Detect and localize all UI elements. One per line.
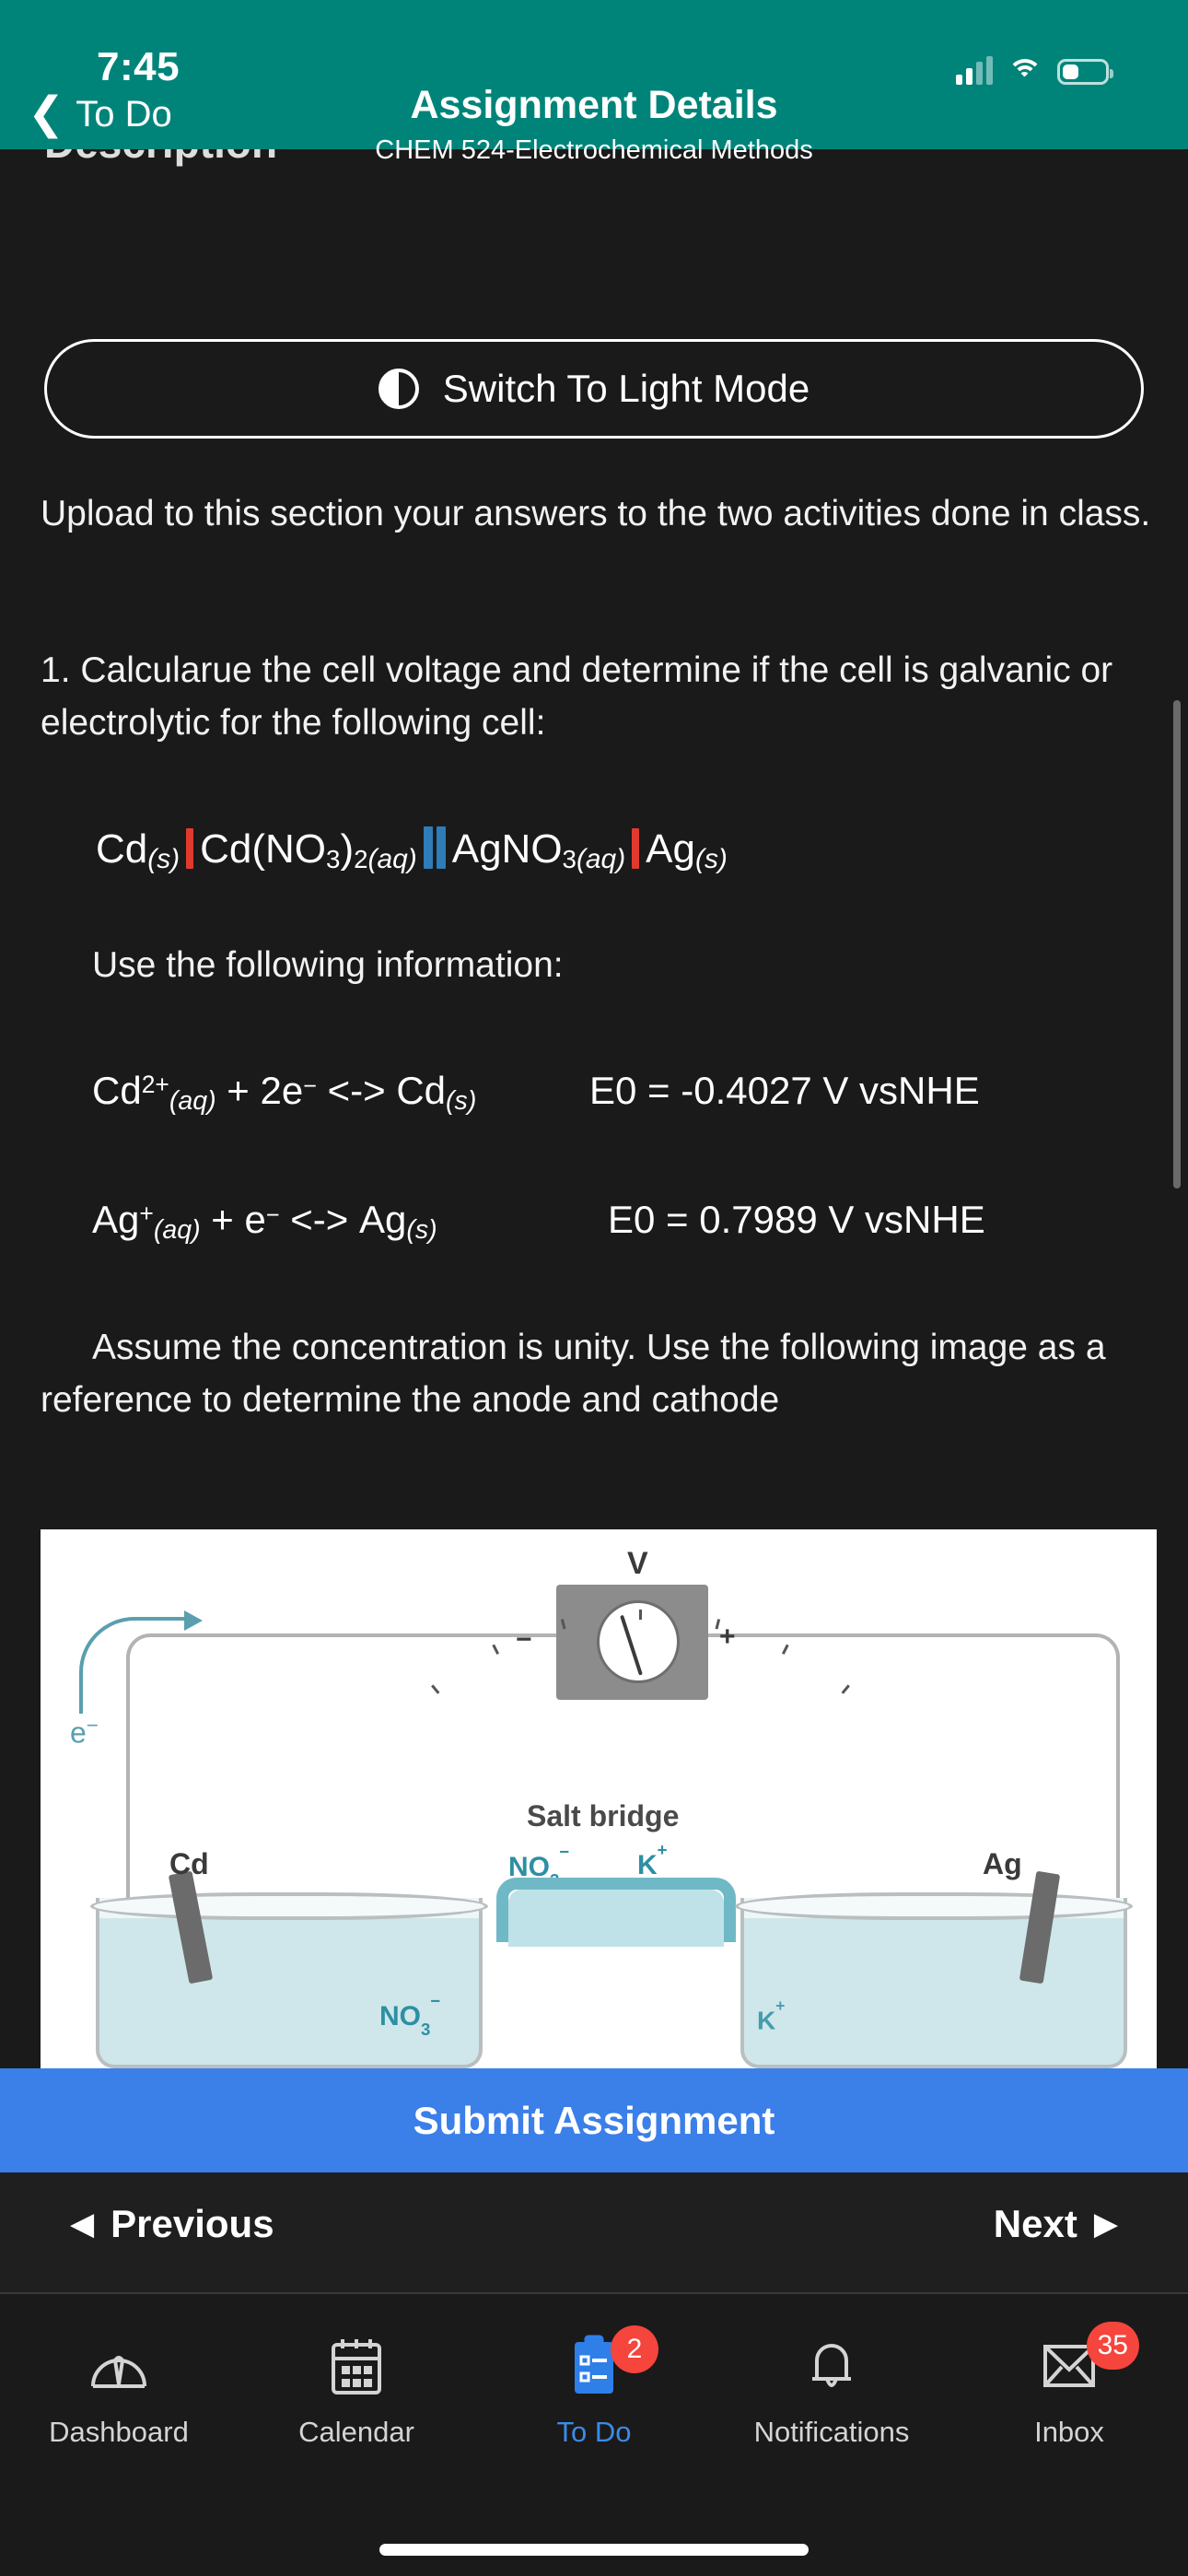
cell-notation-silver-nitrate: AgNO 3 (aq) [451,826,626,874]
assignment-description-scroll-area[interactable]: Description Switch To Light Mode Upload … [0,0,1188,2068]
next-button-label: Next [993,2202,1077,2245]
submit-assignment-label: Submit Assignment [413,2098,775,2142]
half-reaction-silver: Ag + (aq) + e − <-> Ag (s) E0 = 0.7989 V vsN… [92,1198,1160,1245]
beaker-right-rim [735,1892,1133,1920]
nitrate-ion-beaker-label: NO3− [379,1990,441,2039]
cadmium-electrode-label: Cd [169,1847,209,1880]
next-assignment-button[interactable]: Next ▶ [994,2202,1118,2246]
electron-label: e− [70,1714,99,1750]
phase-boundary-bar-red [186,828,194,869]
voltmeter-body [431,1585,850,1700]
back-button-label: To Do [76,93,172,135]
home-indicator [379,2544,809,2556]
tab-inbox-label: Inbox [1034,2416,1104,2448]
tab-todo-label: To Do [556,2416,632,2448]
cell-notation-line: Cd (s) Cd(NO 3) 2 (aq) AgNO 3 (aq) Ag (s) [96,820,728,874]
cell-notation-ag-solid: Ag (s) [646,826,728,874]
tab-calendar[interactable]: Calendar [238,2331,475,2449]
half-reaction-cadmium-potential: E0 = -0.4027 V vsNHE [589,1069,980,1112]
previous-button-label: Previous [111,2202,274,2245]
voltmeter-dial [431,1600,850,1694]
bell-icon [791,2331,872,2401]
calendar-icon [316,2331,397,2401]
assignment-pager-bar: ◀ Previous Next ▶ [0,2172,1188,2292]
tab-todo-badge: 2 [611,2325,658,2373]
cell-notation-cadmium-nitrate: Cd(NO 3) 2 (aq) [200,826,417,874]
voltmeter-label: V [627,1546,648,1581]
tab-inbox-badge: 35 [1086,2322,1139,2370]
tab-notifications[interactable]: Notifications [713,2331,950,2449]
vertical-scrollbar[interactable] [1173,700,1181,1188]
navigation-header: ❮ To Do Assignment Details CHEM 524-Elec… [0,83,1188,165]
tab-dashboard-label: Dashboard [49,2416,189,2448]
back-to-todo-button[interactable]: ❮ To Do [28,87,172,142]
switch-to-light-mode-label: Switch To Light Mode [442,367,810,410]
tab-dashboard[interactable]: Dashboard [0,2331,238,2449]
potassium-ion-beaker-label: K+ [757,1996,786,2035]
previous-assignment-button[interactable]: ◀ Previous [70,2202,274,2246]
contrast-half-circle-icon [378,369,419,409]
half-reaction-cadmium-equation: Cd 2+ (aq) + 2e − <-> Cd (s) [92,1069,477,1116]
paragraph-use-information: Use the following information: [92,945,564,985]
dashboard-gauge-icon [78,2331,159,2401]
electron-flow-arrow [79,1610,203,1714]
beaker-right-glass [740,1898,1127,2068]
salt-bridge-label: Salt bridge [527,1799,680,1832]
half-reaction-silver-equation: Ag + (aq) + e − <-> Ag (s) [92,1198,437,1245]
triangle-right-icon: ▶ [1093,2207,1118,2242]
phase-boundary-bar-red-2 [632,828,640,869]
status-bar-time: 7:45 [97,44,181,89]
tab-inbox[interactable]: 35 Inbox [950,2322,1188,2449]
paragraph-upload-instructions: Upload to this section your answers to t… [41,494,1151,533]
paragraph-question-one: 1. Calcularue the cell voltage and deter… [41,650,1113,743]
bottom-tab-bar: Dashboard Calendar 2 To Do Notifications… [0,2292,1188,2576]
envelope-icon: 35 [1029,2322,1139,2401]
voltmeter-plus-terminal: + [719,1622,736,1652]
paragraph-assume-concentration: Assume the concentration is unity. Use t… [41,1328,1106,1420]
cellular-signal-icon [956,56,993,85]
salt-bridge-bar-blue-1 [423,826,433,869]
potassium-ion-bridge-label: K+ [637,1839,668,1880]
battery-icon [1057,59,1113,85]
galvanic-cell-diagram-image[interactable]: V e− − + Salt bridge NO3− K+ Cd Ag NO3− … [41,1529,1157,2068]
triangle-left-icon: ◀ [70,2207,95,2242]
clipboard-checklist-icon: 2 [553,2325,658,2401]
half-reaction-silver-potential: E0 = 0.7989 V vsNHE [608,1198,985,1241]
salt-bridge-bar-blue-2 [436,826,446,869]
wifi-icon [1007,57,1042,85]
voltmeter-needle [620,1614,643,1676]
cell-notation-cd-solid: Cd (s) [96,826,181,874]
salt-bridge-tube [496,1878,736,1942]
page-title: Assignment Details [410,83,778,127]
tab-todo[interactable]: 2 To Do [475,2325,713,2449]
beaker-silver [735,1870,1133,2068]
beaker-left-rim [90,1892,488,1920]
half-reaction-cadmium: Cd 2+ (aq) + 2e − <-> Cd (s) E0 = -0.4027 V … [92,1069,1160,1116]
tab-calendar-label: Calendar [298,2416,414,2448]
beaker-left-glass [96,1898,483,2068]
submit-assignment-button[interactable]: Submit Assignment [0,2068,1188,2172]
silver-electrode-label: Ag [983,1847,1022,1880]
switch-to-light-mode-button[interactable]: Switch To Light Mode [44,339,1144,439]
voltmeter-minus-terminal: − [516,1624,532,1655]
beaker-cadmium [90,1870,488,2068]
chevron-left-icon: ❮ [28,89,65,138]
tab-notifications-label: Notifications [753,2416,910,2448]
